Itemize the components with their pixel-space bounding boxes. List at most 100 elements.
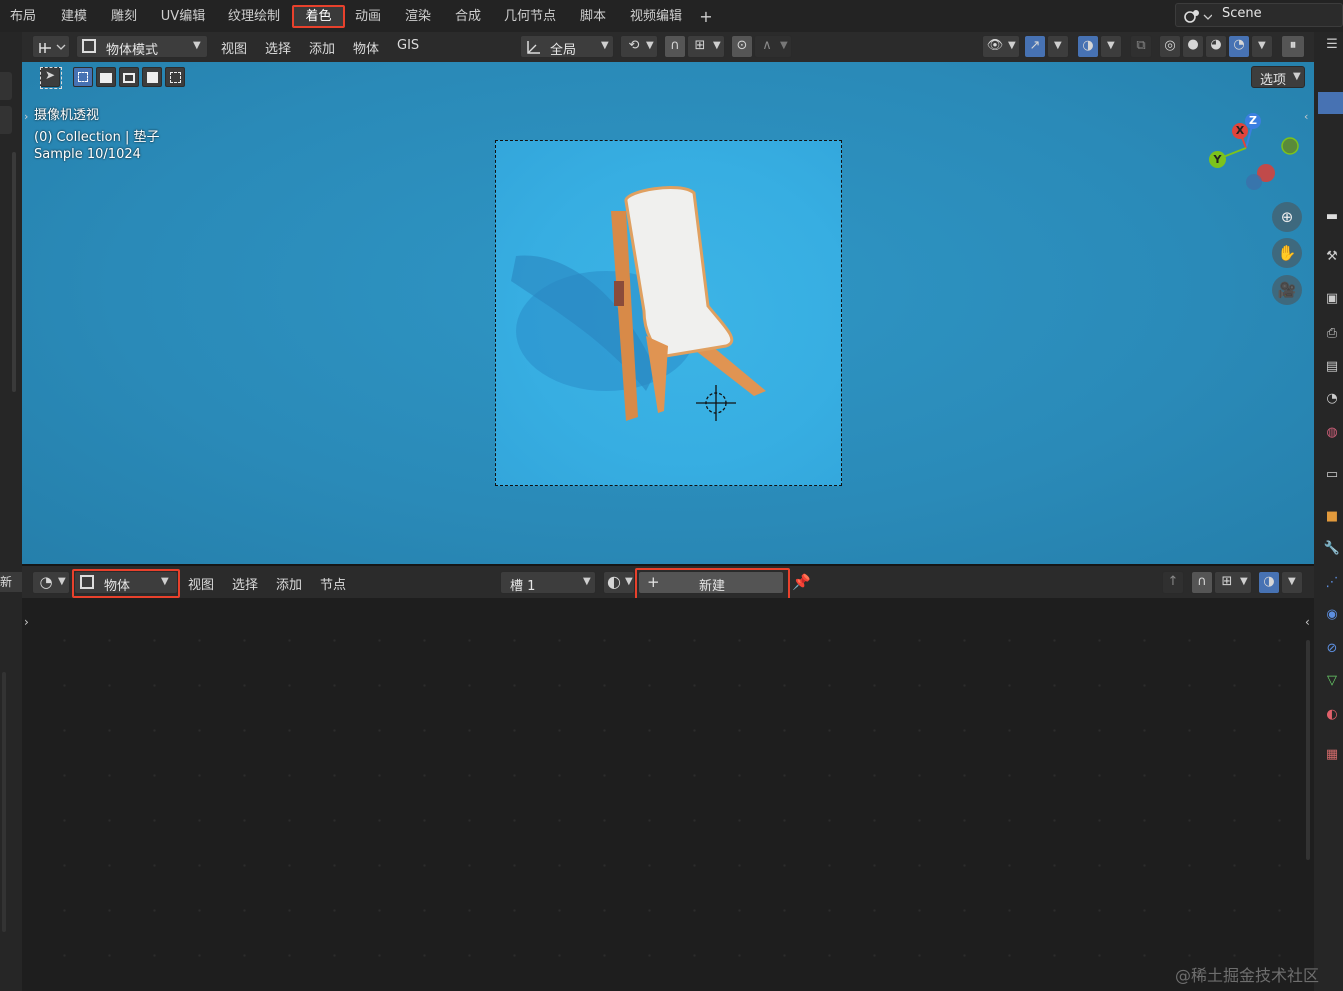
toolbar-expand-icon[interactable]: ›: [24, 110, 28, 123]
xray-toggle[interactable]: ⧉: [1130, 35, 1152, 58]
shading-material[interactable]: ◕: [1205, 35, 1227, 58]
shading-solid[interactable]: ●: [1182, 35, 1204, 58]
select-mode-extend[interactable]: [96, 67, 116, 87]
tab-shading[interactable]: 着色: [292, 5, 345, 28]
render-icon[interactable]: ▣: [1323, 290, 1341, 308]
viewport-tool-settings: [22, 62, 1314, 92]
menu-select[interactable]: 选择: [265, 38, 291, 57]
menu-object[interactable]: 物体: [353, 38, 379, 57]
node-menu-select[interactable]: 选择: [232, 574, 258, 593]
tab-uv-editing[interactable]: UV编辑: [154, 5, 212, 28]
pan-button[interactable]: ✋: [1272, 238, 1302, 268]
snap-target-dropdown[interactable]: ⊞ ▼: [687, 35, 725, 58]
node-toolbar-expand-icon[interactable]: ›: [24, 615, 29, 629]
constraints-icon[interactable]: ⊘: [1323, 640, 1341, 658]
world-icon[interactable]: ◍: [1323, 424, 1341, 442]
pin-icon[interactable]: 📌: [792, 573, 811, 591]
shader-editor-type-button[interactable]: ◔ ▼: [32, 571, 70, 594]
falloff-dropdown[interactable]: ∧ ▼: [754, 35, 792, 58]
watermark: @稀土掘金技术社区: [1175, 966, 1320, 985]
sidebar-expand-icon[interactable]: ‹: [1304, 110, 1308, 123]
shading-dropdown[interactable]: ▼: [1251, 35, 1273, 58]
particles-icon[interactable]: ⋰: [1323, 574, 1341, 592]
gizmo-dropdown[interactable]: ▼: [1047, 35, 1069, 58]
scene-name: Scene: [1222, 6, 1262, 21]
node-overlays-dropdown[interactable]: ▼: [1281, 571, 1303, 594]
tab-compositing[interactable]: 合成: [448, 5, 488, 28]
tab-sculpting[interactable]: 雕刻: [104, 5, 144, 28]
overlays-toggle[interactable]: ◑: [1077, 35, 1099, 58]
node-scrollbar[interactable]: [1306, 640, 1310, 860]
material-slot-dropdown[interactable]: 槽 1 ▼: [500, 571, 596, 594]
clipped-new-label[interactable]: 新建: [0, 572, 22, 592]
proportional-editing-toggle[interactable]: ⊙: [731, 35, 753, 58]
left-panel-tab[interactable]: [0, 72, 12, 100]
shading-wireframe[interactable]: ◎: [1159, 35, 1181, 58]
node-snap-dropdown[interactable]: ⊞ ▼: [1214, 571, 1252, 594]
select-mode-new[interactable]: [73, 67, 93, 87]
pivot-point-dropdown[interactable]: ⟲ ▼: [620, 35, 658, 58]
tab-video-editing[interactable]: 视频编辑: [624, 5, 688, 28]
data-icon[interactable]: ▽: [1323, 672, 1341, 690]
material-icon[interactable]: ◐: [1323, 706, 1341, 724]
browse-material-button[interactable]: ◐ ▼: [603, 571, 635, 594]
menu-add[interactable]: 添加: [309, 38, 335, 57]
node-menu-add[interactable]: 添加: [276, 574, 302, 593]
select-mode-intersect[interactable]: [165, 67, 185, 87]
chevron-down-icon: ▼: [1054, 40, 1062, 51]
node-sidebar-expand-icon[interactable]: ‹: [1305, 615, 1310, 629]
gizmo-x-axis[interactable]: X: [1232, 123, 1248, 139]
node-menu-view[interactable]: 视图: [188, 574, 214, 593]
outliner-icon[interactable]: ☰: [1323, 36, 1341, 54]
node-editor-canvas[interactable]: [22, 598, 1314, 991]
tab-layout[interactable]: 布局: [4, 5, 42, 28]
tab-modeling[interactable]: 建模: [54, 5, 94, 28]
left-area-strip: 新建: [0, 32, 22, 991]
add-workspace-button[interactable]: +: [696, 5, 716, 28]
left-panel-tab[interactable]: [0, 106, 12, 134]
editor-type-button[interactable]: [32, 35, 70, 58]
left-scrollbar[interactable]: [12, 152, 16, 392]
gizmo-y-axis[interactable]: Y: [1209, 151, 1226, 168]
scene-properties-icon[interactable]: ◔: [1323, 390, 1341, 408]
object-mode-dropdown[interactable]: 物体模式 ▼: [76, 35, 208, 58]
menu-gis[interactable]: GIS: [397, 38, 419, 53]
physics-icon[interactable]: ◉: [1323, 606, 1341, 624]
select-mode-invert[interactable]: [142, 67, 162, 87]
collection-icon[interactable]: ▭: [1323, 466, 1341, 484]
texture-icon[interactable]: ▦: [1323, 746, 1341, 764]
node-snap-toggle[interactable]: ∩: [1191, 571, 1213, 594]
pause-render-button[interactable]: ⏸: [1281, 35, 1305, 58]
overlays-dropdown[interactable]: ▼: [1100, 35, 1122, 58]
zoom-button[interactable]: ⊕: [1272, 202, 1302, 232]
object-icon[interactable]: ■: [1323, 508, 1341, 526]
shading-rendered[interactable]: ◔: [1228, 35, 1250, 58]
tool-icon[interactable]: ⚒: [1323, 248, 1341, 266]
orientation-axes-icon: [527, 41, 540, 54]
visibility-dropdown[interactable]: 👁 ▼: [982, 35, 1020, 58]
tab-geometry-nodes[interactable]: 几何节点: [500, 5, 560, 28]
properties-toggle-icon[interactable]: ▬: [1323, 208, 1341, 226]
camera-view-button[interactable]: 🎥: [1272, 275, 1302, 305]
output-icon[interactable]: ⎙: [1323, 325, 1341, 343]
view-layer-icon[interactable]: ▤: [1323, 358, 1341, 376]
gizmo-toggle[interactable]: ↗: [1024, 35, 1046, 58]
chair-render: [511, 186, 766, 421]
transform-orientation-dropdown[interactable]: 全局 ▼: [520, 35, 614, 58]
zoom-in-icon: ⊕: [1280, 208, 1294, 226]
gizmo-z-axis[interactable]: Z: [1245, 113, 1261, 129]
tab-rendering[interactable]: 渲染: [398, 5, 438, 28]
node-overlays-toggle[interactable]: ◑: [1258, 571, 1280, 594]
tab-texture-paint[interactable]: 纹理绘制: [222, 5, 286, 28]
options-dropdown[interactable]: 选项 ▼: [1251, 66, 1305, 88]
tab-scripting[interactable]: 脚本: [574, 5, 612, 28]
node-menu-node[interactable]: 节点: [320, 574, 346, 593]
modifier-icon[interactable]: 🔧: [1323, 540, 1341, 558]
hand-icon: ✋: [1277, 244, 1297, 262]
select-mode-subtract[interactable]: [119, 67, 139, 87]
tab-animation[interactable]: 动画: [348, 5, 388, 28]
snap-toggle[interactable]: ∩: [664, 35, 686, 58]
menu-view[interactable]: 视图: [221, 38, 247, 57]
parent-node-tree-button[interactable]: ↑: [1162, 571, 1184, 594]
left-lower-scrollbar[interactable]: [2, 672, 6, 932]
